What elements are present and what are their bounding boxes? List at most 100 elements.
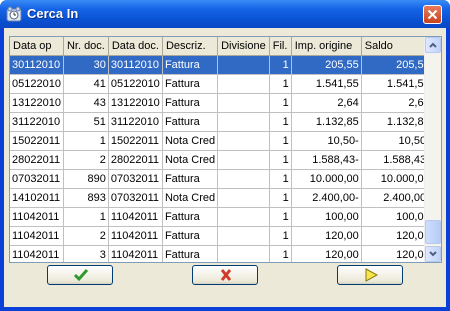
table-cell: 10.000,00 — [291, 169, 362, 189]
column-header[interactable]: Nr. doc. — [63, 37, 109, 56]
table-cell — [217, 131, 270, 151]
table-cell: 15022011 — [10, 131, 64, 151]
table-cell: 1 — [269, 169, 292, 189]
table-cell: 13122010 — [108, 93, 163, 113]
scroll-up-button[interactable] — [425, 37, 441, 53]
table-cell: Fattura — [162, 226, 219, 246]
column-header[interactable]: Divisione — [217, 37, 270, 56]
table-cell: 07032011 — [10, 169, 64, 189]
chevron-down-icon — [429, 251, 437, 257]
table-cell — [217, 188, 270, 208]
table-row[interactable]: 11042011 2 11042011 Fattura 1 120,00 120,00 — [10, 226, 433, 246]
table-cell: 30112010 — [108, 55, 163, 75]
table-row[interactable]: 11042011 1 11042011 Fattura 1 100,00 100,00 — [10, 207, 433, 227]
table-cell: 07032011 — [108, 188, 163, 208]
next-button[interactable] — [337, 265, 403, 285]
table-row[interactable]: 07032011 890 07032011 Fattura 1 10.000,00 10.0… — [10, 169, 433, 189]
table-cell: Fattura — [162, 55, 219, 75]
table-cell: 1.588,43- — [291, 150, 362, 170]
table-cell: 205,55 — [361, 55, 433, 75]
close-button[interactable] — [423, 5, 442, 24]
table-cell: 05122010 — [108, 74, 163, 94]
table-cell: 1 — [269, 150, 292, 170]
table-row[interactable]: 15022011 1 15022011 Nota Cred 1 10,50- 10,50- — [10, 131, 433, 151]
table-cell: 2,64 — [291, 93, 362, 113]
table-cell — [217, 169, 270, 189]
table-cell — [217, 55, 270, 75]
table-cell: 1.132,85 — [361, 112, 433, 132]
scroll-thumb[interactable] — [425, 220, 441, 244]
dialog-body: Data op Nr. doc. Data doc. Descriz. Divi… — [4, 28, 446, 307]
table-cell: 31122010 — [10, 112, 64, 132]
table-cell: 1 — [269, 245, 292, 262]
table-cell: 11042011 — [108, 245, 163, 262]
confirm-button[interactable] — [47, 265, 113, 285]
results-table: Data op Nr. doc. Data doc. Descriz. Divi… — [10, 37, 433, 262]
cancel-button[interactable] — [192, 265, 258, 285]
table-cell: 11042011 — [108, 226, 163, 246]
scroll-down-button[interactable] — [425, 246, 441, 262]
close-icon — [427, 9, 438, 20]
table-cell: Nota Cred — [162, 150, 219, 170]
table-cell — [217, 112, 270, 132]
vertical-scrollbar[interactable] — [424, 37, 441, 262]
table-row[interactable]: 28022011 2 28022011 Nota Cred 1 1.588,43- 1.58… — [10, 150, 433, 170]
table-cell: 11042011 — [10, 245, 64, 262]
table-cell: Fattura — [162, 245, 219, 262]
table-row[interactable]: 13122010 43 13122010 Fattura 1 2,64 2,64 — [10, 93, 433, 113]
table-cell: 1 — [269, 55, 292, 75]
table-cell: 28022011 — [10, 150, 64, 170]
table-cell: 1 — [269, 93, 292, 113]
column-header[interactable]: Data op — [10, 37, 64, 56]
results-grid[interactable]: Data op Nr. doc. Data doc. Descriz. Divi… — [9, 36, 442, 263]
table-cell: 3 — [63, 245, 109, 262]
table-cell: 1 — [269, 131, 292, 151]
table-cell: Fattura — [162, 207, 219, 227]
table-row[interactable]: 14102011 893 07032011 Nota Cred 1 2.400,00- 2.… — [10, 188, 433, 208]
table-cell: 10.000,00 — [361, 169, 433, 189]
table-cell: 43 — [63, 93, 109, 113]
table-row[interactable]: 11042011 3 11042011 Fattura 1 120,00 120,00 — [10, 245, 433, 262]
table-cell: 100,00 — [291, 207, 362, 227]
table-cell: Fattura — [162, 93, 219, 113]
window-title: Cerca In — [27, 6, 79, 21]
table-cell: Fattura — [162, 169, 219, 189]
table-cell: 1.541,55 — [361, 74, 433, 94]
table-cell: 2,64 — [361, 93, 433, 113]
table-cell — [217, 207, 270, 227]
table-cell: 120,00 — [291, 226, 362, 246]
cerca-in-dialog: Cerca In Data op Nr. doc. Data doc. Desc… — [0, 0, 450, 311]
table-cell: 15022011 — [108, 131, 163, 151]
table-cell: Fattura — [162, 74, 219, 94]
table-cell: 205,55 — [291, 55, 362, 75]
table-cell: 100,00 — [361, 207, 433, 227]
table-cell: 1.541,55 — [291, 74, 362, 94]
table-cell: 28022011 — [108, 150, 163, 170]
table-cell: 1 — [63, 131, 109, 151]
column-header[interactable]: Saldo — [361, 37, 433, 56]
table-cell: 2 — [63, 226, 109, 246]
column-header[interactable]: Fil. — [269, 37, 292, 56]
table-cell — [217, 93, 270, 113]
table-cell — [217, 74, 270, 94]
column-header[interactable]: Data doc. — [108, 37, 163, 56]
table-row[interactable]: 05122010 41 05122010 Fattura 1 1.541,55 1.541,… — [10, 74, 433, 94]
clock-app-icon — [6, 6, 22, 22]
table-cell: 14102011 — [10, 188, 64, 208]
chevron-up-icon — [429, 42, 437, 48]
table-cell: 41 — [63, 74, 109, 94]
table-cell: 1 — [269, 112, 292, 132]
table-row[interactable]: 30112010 30 30112010 Fattura 1 205,55 205,55 — [10, 55, 433, 75]
column-header[interactable]: Descriz. — [162, 37, 219, 56]
table-cell: 2.400,00- — [291, 188, 362, 208]
title-bar[interactable]: Cerca In — [0, 0, 450, 28]
column-header[interactable]: Imp. origine — [291, 37, 362, 56]
table-cell: 120,00 — [361, 226, 433, 246]
table-cell: 11042011 — [10, 226, 64, 246]
table-cell: 1 — [269, 74, 292, 94]
table-cell — [217, 150, 270, 170]
table-cell: 1 — [269, 207, 292, 227]
table-header-row: Data op Nr. doc. Data doc. Descriz. Divi… — [10, 37, 433, 56]
table-row[interactable]: 31122010 51 31122010 Fattura 1 1.132,85 1.132,… — [10, 112, 433, 132]
table-cell: 05122010 — [10, 74, 64, 94]
